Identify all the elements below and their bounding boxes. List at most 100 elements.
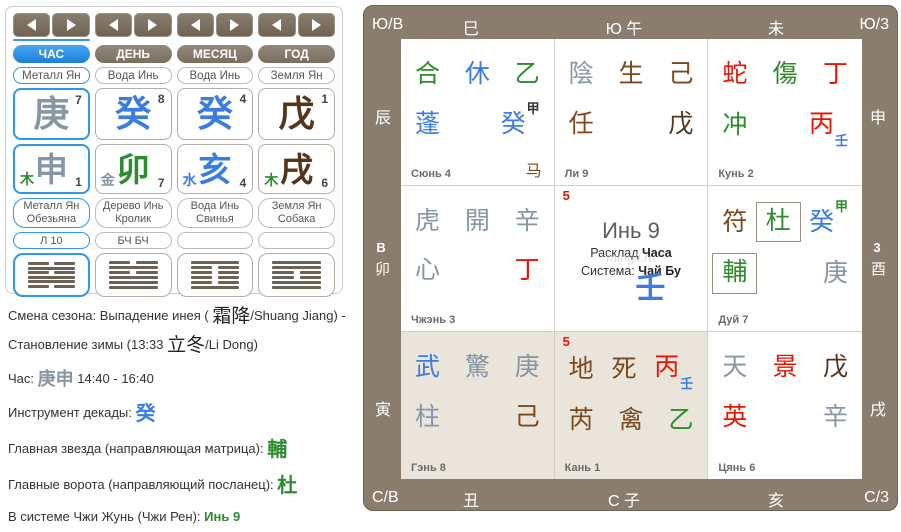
month-prev-button[interactable] (177, 13, 214, 37)
god-char: 符 (722, 208, 747, 237)
palace-label: Сюнь 4 (411, 168, 451, 180)
arrow-right-icon (230, 19, 239, 31)
active-column-underline (13, 39, 90, 41)
day-prev-button[interactable] (95, 13, 132, 37)
gate-char: 開 (465, 207, 490, 236)
year-branch-number: 6 (321, 176, 328, 190)
god-char: 虎 (415, 207, 440, 236)
day-hexagram (95, 253, 172, 297)
hour-next-button[interactable] (52, 13, 89, 37)
hour-animal-line2: Обезьяна (27, 213, 77, 226)
tab-year[interactable]: ГОД (258, 45, 335, 63)
earth-stem-char: 戊 (668, 110, 693, 139)
month-stem-cell: 癸 4 (177, 88, 254, 140)
year-branch-cell: 木 戌 6 (258, 144, 335, 194)
tab-month[interactable]: МЕСЯЦ (177, 45, 254, 63)
decade-instrument-char: 癸 (136, 403, 156, 425)
god-char: 地 (569, 355, 594, 384)
heaven-stem-char: 丁 (823, 60, 848, 89)
hour-stem-cell: 庚 7 (13, 88, 90, 140)
god-char: 合 (415, 60, 440, 89)
hour-element-label: Металл Ян (13, 67, 90, 84)
earth-stem-char: 丙壬 (809, 110, 848, 142)
god-char: 武 (415, 353, 440, 382)
day-branch-cell: 金 卯 7 (95, 144, 172, 194)
year-animal-label: Земля Ян Собака (258, 198, 335, 228)
year-stem-char: 戊 (279, 96, 315, 132)
compass-ne: С/В (372, 489, 399, 507)
god-char: 天 (722, 353, 747, 382)
hour-symbolic-star: Л 10 (13, 232, 90, 249)
heaven-stem-char: 庚 (515, 353, 540, 382)
center-stem-char: 壬 (635, 263, 665, 307)
hidden-stem-char: 甲 (835, 199, 848, 214)
day-next-button[interactable] (134, 13, 171, 37)
hour-branch-number: 1 (75, 175, 82, 189)
column-underline (258, 39, 335, 41)
four-pillars-panel: ЧАС Металл Ян 庚 7 木 申 1 Металл Ян Обезья… (5, 6, 343, 294)
hour-line: Час: 庚申 14:40 - 16:40 (8, 366, 358, 394)
palace-kan-1: 5 地 死 丙壬 芮 禽 乙 Кань 1 (555, 332, 709, 479)
god-char: 陰 (569, 60, 594, 89)
palace-kun-2: 蛇 傷 丁 冲 丙壬 Кунь 2 (708, 39, 862, 186)
month-next-button[interactable] (216, 13, 253, 37)
arrow-left-icon (109, 19, 118, 31)
pillar-month: МЕСЯЦ Вода Инь 癸 4 水 亥 4 Вода Инь Свинья (177, 13, 254, 297)
compass-xu: 戌 (870, 396, 886, 420)
main-star-line: Главная звезда (направляющая матрица): 輔 (8, 435, 358, 466)
hour-prev-button[interactable] (13, 13, 50, 37)
day-animal-line1: Дерево Инь (103, 200, 163, 213)
earth-stem-char: 庚 (823, 259, 848, 288)
center-five-marker: 5 (563, 188, 570, 203)
palace-label: Кунь 2 (718, 168, 753, 180)
gate-char: 景 (773, 353, 798, 382)
star-char-2: 禽 (618, 406, 643, 435)
star-char: 芮 (569, 406, 594, 435)
day-stem-number: 8 (158, 92, 165, 106)
month-branch-char: 亥 (198, 153, 231, 186)
palace-zhen-3: 虎 開 辛 心 丁 Чжэнь 3 (401, 186, 555, 333)
pillar-hour: ЧАС Металл Ян 庚 7 木 申 1 Металл Ян Обезья… (13, 13, 90, 297)
compass-wei: 未 (768, 15, 784, 39)
earth-stem-char: 己 (515, 403, 540, 432)
day-arrows (95, 13, 172, 37)
compass-sw: Ю/3 (859, 16, 889, 34)
god-char: 蛇 (722, 60, 747, 89)
heaven-stem-char: 辛 (515, 207, 540, 236)
gate-char: 驚 (465, 353, 490, 382)
earth-stem-char: 癸甲 (501, 110, 540, 139)
year-element-label: Земля Ян (258, 67, 335, 84)
month-hexagram (177, 253, 254, 297)
month-arrows (177, 13, 254, 37)
gate-char: 死 (611, 355, 636, 384)
kan-five-marker: 5 (563, 334, 570, 349)
month-branch-number: 4 (240, 176, 247, 190)
palace-li-9: 陰 生 己 任 戊 Ли 9 (555, 39, 709, 186)
compass-hai: 亥 (768, 487, 784, 511)
compass-shen: 申 (870, 104, 886, 128)
star-char: 冲 (722, 111, 747, 140)
palace-label: Цянь 6 (718, 462, 755, 474)
chart-structure-title: Инь 9 (555, 218, 708, 244)
compass-chen: 辰 (375, 104, 391, 128)
palace-gen-8: 武 驚 庚 柱 己 Гэнь 8 (401, 332, 555, 479)
arrow-left-icon (272, 19, 281, 31)
palace-label: Кань 1 (565, 462, 601, 474)
year-branch-element-char: 木 (264, 170, 278, 190)
main-star-char: 輔 (267, 439, 287, 461)
year-prev-button[interactable] (258, 13, 295, 37)
tab-hour[interactable]: ЧАС (13, 45, 90, 63)
hour-stem-char: 庚 (33, 96, 69, 132)
compass-si: 巳 (463, 15, 479, 39)
hour-arrows (13, 13, 90, 37)
year-animal-line2: Собака (278, 213, 315, 226)
star-char: 任 (569, 110, 594, 139)
year-next-button[interactable] (298, 13, 335, 37)
hidden-stem-char: 壬 (680, 376, 693, 391)
hour-pillar-chars: 庚申 (38, 369, 74, 389)
hidden-stem-char: 壬 (835, 133, 848, 148)
month-stem-char: 癸 (197, 96, 233, 132)
hour-stem-number: 7 (75, 93, 82, 107)
year-branch-char: 戌 (280, 153, 313, 186)
tab-day[interactable]: ДЕНЬ (95, 45, 172, 63)
